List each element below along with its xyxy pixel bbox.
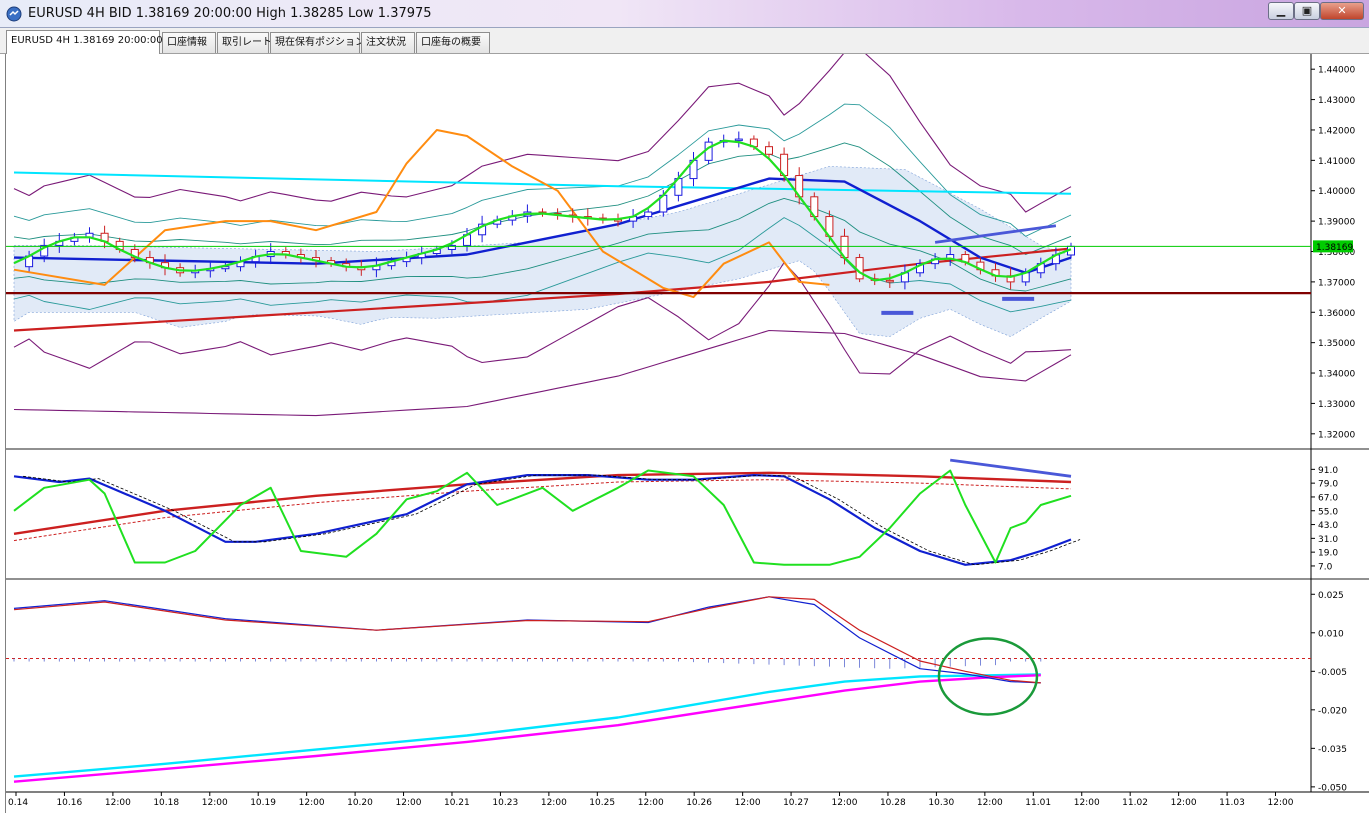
tab-orders[interactable]: 注文状況 [361,32,415,53]
candle-body [704,141,713,161]
macd-main-line [13,596,1041,684]
x-axis-label: 12:00 [1171,798,1197,808]
tab-account-summary[interactable]: 口座毎の概要 [416,32,490,53]
envelope-far-lower [13,329,1072,417]
macd-axis-tick-label: -0.050 [1318,783,1347,793]
price-axis-tick-label: 1.39000 [1318,218,1355,228]
window-title: EURUSD 4H BID 1.38169 20:00:00 High 1.38… [28,6,432,21]
x-axis-label: 12:00 [541,798,567,808]
chart-svg[interactable]: 1.44000 1.43000 1.42000 1.41000 1.40000 1.390… [6,47,1369,813]
price-axis-tick-label: 1.40000 [1318,187,1355,197]
tab-bar: EURUSD 4H 1.38169 20:00:00 口座情報 取引レート 現在… [0,28,1369,54]
x-axis-label: 10.28 [880,798,906,808]
x-axis-label: 10.25 [589,798,615,808]
price-axis-tick-label: 1.42000 [1318,126,1355,136]
x-axis-label: 10.16 [56,798,82,808]
oscillator-trendline [950,458,1072,478]
x-axis-label: 10.21 [444,798,470,808]
x-axis-label: 10.30 [928,798,954,808]
macd-axis-tick-label: -0.005 [1318,668,1347,678]
x-axis-label: 12:00 [977,798,1003,808]
osc-axis-tick-label: 7.0 [1318,562,1333,572]
x-axis-label: 11.03 [1219,798,1245,808]
x-axis-label: 11.02 [1122,798,1148,808]
x-axis-label: 10.23 [492,798,518,808]
app-icon [6,6,22,22]
osc-axis-tick-label: 43.0 [1318,521,1338,531]
osc-axis-tick-label: 79.0 [1318,480,1338,490]
x-axis-label: 10.19 [250,798,276,808]
tab-positions[interactable]: 現在保有ポジション [270,32,365,53]
tab-chart[interactable]: EURUSD 4H 1.38169 20:00:00 [6,30,163,54]
x-axis-label: 12:00 [1074,798,1100,808]
price-axis-tick-label: 1.37000 [1318,278,1355,288]
tab-rates[interactable]: 取引レート [217,32,272,53]
x-axis-label: 12:00 [832,798,858,808]
x-axis-label: 10.26 [686,798,712,808]
macd-axis-tick-label: 0.025 [1318,591,1344,601]
x-axis-label: 12:00 [299,798,325,808]
candle-body [855,257,864,280]
osc-axis-tick-label: 91.0 [1318,466,1338,476]
chart-area[interactable]: 1.44000 1.43000 1.42000 1.41000 1.40000 1.390… [5,47,1369,813]
current-price-label: 1.38169 [1316,243,1353,253]
candle-body [644,211,653,218]
tab-account-info[interactable]: 口座情報 [162,32,216,53]
osc-axis-tick-label: 31.0 [1318,535,1338,545]
x-axis-label: 0.14 [8,798,28,808]
x-axis-label: 11.01 [1025,798,1051,808]
price-axis-tick-label: 1.43000 [1318,96,1355,106]
x-axis-label: 12:00 [1268,798,1294,808]
candle-body [734,138,743,142]
price-axis-tick-label: 1.32000 [1318,430,1355,440]
macd-axis-tick-label: -0.020 [1318,706,1347,716]
price-axis-tick-label: 1.44000 [1318,66,1355,76]
minimize-button[interactable]: ▁ [1268,2,1294,20]
price-axis-tick-label: 1.35000 [1318,339,1355,349]
macd-axis-tick-label: -0.035 [1318,745,1347,755]
oscillator-fast-line [13,469,1072,566]
x-axis-label: 10.18 [153,798,179,808]
x-axis-label: 12:00 [202,798,228,808]
candle-body [765,146,773,155]
price-axis-tick-label: 1.33000 [1318,400,1355,410]
osc-axis-tick-label: 55.0 [1318,507,1338,517]
osc-axis-tick-label: 67.0 [1318,493,1338,503]
macd-axis-tick-label: 0.010 [1318,629,1344,639]
price-axis-tick-label: 1.36000 [1318,309,1355,319]
maximize-button[interactable]: ▣ [1294,2,1320,20]
x-axis-label: 12:00 [396,798,422,808]
x-axis-label: 10.20 [347,798,373,808]
close-button[interactable]: ✕ [1320,2,1364,20]
x-axis-label: 10.27 [783,798,809,808]
macd-cyan-line [13,673,1041,778]
osc-axis-tick-label: 19.0 [1318,549,1338,559]
x-axis-label: 12:00 [735,798,761,808]
price-axis-tick-label: 1.34000 [1318,370,1355,380]
x-axis-label: 12:00 [638,798,664,808]
candle-body [885,279,894,283]
x-axis-label: 12:00 [105,798,131,808]
price-axis-tick-label: 1.41000 [1318,157,1355,167]
window-titlebar: EURUSD 4H BID 1.38169 20:00:00 High 1.38… [0,0,1369,28]
